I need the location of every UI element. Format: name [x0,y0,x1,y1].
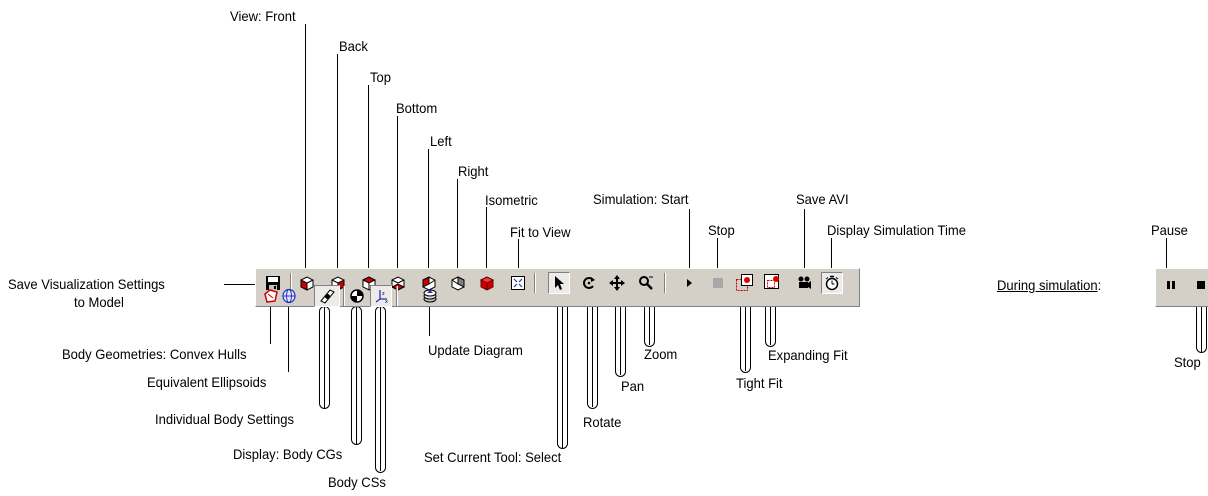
tight-fit-icon [735,274,753,292]
body-cgs-icon [349,288,365,304]
simulation-start-icon [681,275,697,291]
svg-text:x: x [385,299,388,304]
tight-fit-button[interactable] [733,272,755,294]
label-fit-to-view: Fit to View [510,224,571,240]
label-simulation-start: Simulation: Start [593,191,689,207]
save-avi-icon [796,275,812,291]
label-body-css: Body CSs [328,474,386,490]
label-zoom: Zoom [644,346,678,362]
view-front-icon [299,275,315,291]
pause-icon [1163,277,1179,293]
convex-hulls-icon [263,288,279,304]
pan-tool-button[interactable] [606,272,628,294]
label-rotate: Rotate [583,414,622,430]
label-update-diagram: Update Diagram [428,342,523,358]
rotate-tool-icon [581,275,597,291]
fit-to-view-button[interactable] [507,272,529,294]
view-bottom-icon [390,275,406,291]
simulation-stop-icon [710,275,726,291]
label-individual-body-settings: Individual Body Settings [155,411,294,427]
view-isometric-button[interactable] [476,272,498,294]
simulation-stop-button[interactable] [707,272,729,294]
select-tool-icon [551,275,567,291]
expanding-fit-button[interactable] [762,272,784,294]
pan-tool-icon [609,275,625,291]
label-pan: Pan [621,378,645,394]
update-diagram-icon [422,288,438,304]
label-save-visualization-line1: Save Visualization Settings [8,276,165,292]
label-body-cgs: Display: Body CGs [233,446,343,462]
label-save-avi: Save AVI [796,191,849,207]
svg-text:z: z [382,291,385,297]
fit-to-view-icon [510,275,526,291]
simulation-start-button[interactable] [678,272,700,294]
simulation-time-icon [824,275,840,291]
label-top: Top [370,69,391,85]
view-right-icon [450,275,466,291]
label-stop: Stop [708,222,735,238]
label-pause: Pause [1151,222,1188,238]
individual-body-icon [318,288,336,304]
individual-body-settings-button[interactable] [314,285,340,307]
label-left: Left [430,133,452,149]
pause-button[interactable] [1160,274,1182,296]
body-cgs-button[interactable] [346,285,368,307]
view-isometric-icon [479,275,495,291]
stop-icon [1193,277,1208,293]
label-stop-during: Stop [1174,354,1201,370]
label-bottom: Bottom [396,100,438,116]
update-diagram-button[interactable] [419,285,441,307]
label-set-current-tool: Set Current Tool: Select [424,449,562,465]
select-tool-button[interactable] [548,272,570,294]
label-back: Back [339,38,368,54]
label-ellipsoids: Equivalent Ellipsoids [147,374,267,390]
label-tight-fit: Tight Fit [736,375,783,391]
label-expanding-fit: Expanding Fit [768,347,848,363]
body-css-icon: zx [373,288,389,304]
body-css-button[interactable]: zx [370,285,392,307]
ellipsoids-icon [281,288,297,304]
label-isometric: Isometric [485,192,538,208]
label-view-front: View: Front [230,8,296,24]
expanding-fit-icon [764,274,782,292]
label-save-visualization-line2: to Model [74,294,124,310]
zoom-tool-icon [638,275,654,291]
zoom-tool-button[interactable] [635,272,657,294]
label-right: Right [458,163,489,179]
save-avi-button[interactable] [793,272,815,294]
view-right-button[interactable] [447,272,469,294]
stop-during-button[interactable] [1190,274,1208,296]
label-convex-hulls: Body Geometries: Convex Hulls [62,346,247,362]
label-display-simulation-time: Display Simulation Time [827,222,966,238]
rotate-tool-button[interactable] [578,272,600,294]
display-simulation-time-button[interactable] [821,272,843,294]
label-during-simulation: During simulation: [997,277,1102,293]
ellipsoids-button[interactable] [278,285,300,307]
